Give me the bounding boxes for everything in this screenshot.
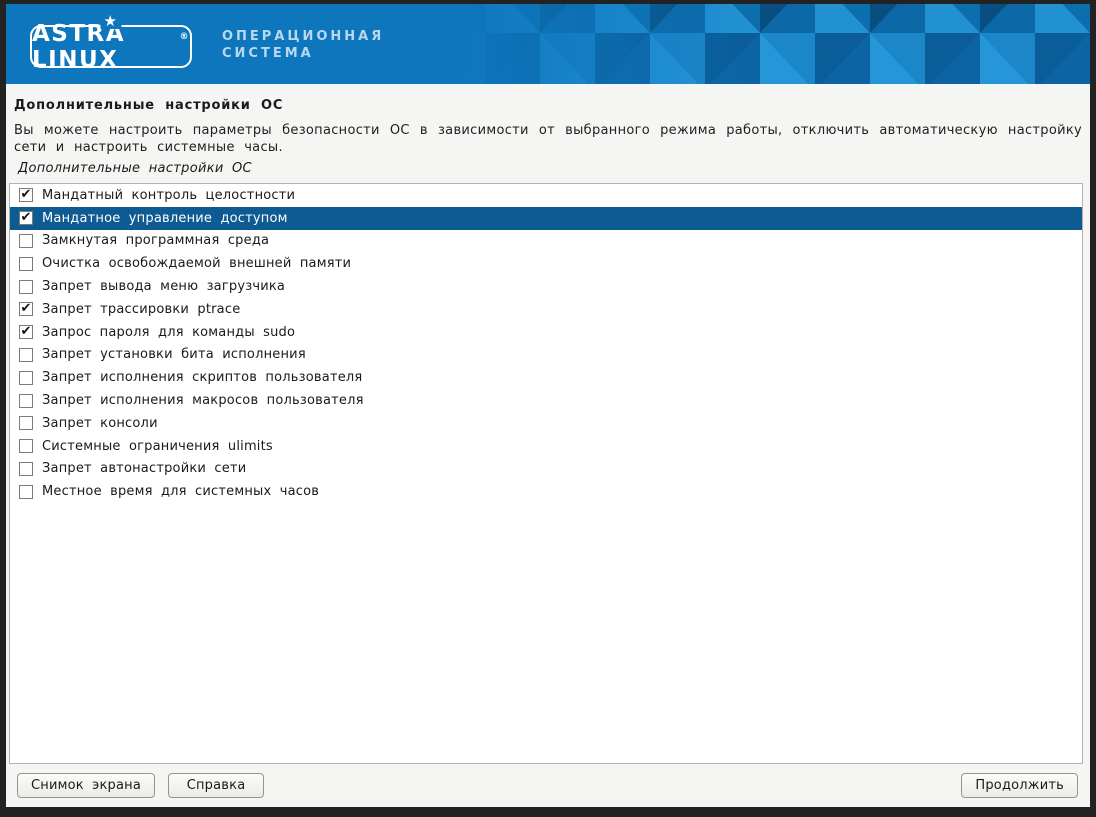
page-title: Дополнительные настройки ОС	[14, 98, 1090, 113]
list-item[interactable]: Местное время для системных часов	[10, 480, 1082, 503]
list-item-label: Мандатное управление доступом	[42, 211, 288, 226]
header-banner: ★ ASTRA LINUX ® ОПЕРАЦИОННАЯ СИСТЕМА	[6, 4, 1090, 84]
list-item-label: Запрет вывода меню загрузчика	[42, 279, 285, 294]
checkbox-unchecked-icon[interactable]	[19, 257, 33, 271]
checkbox-checked-icon[interactable]: ✔	[19, 211, 33, 225]
window-frame: ★ ASTRA LINUX ® ОПЕРАЦИОННАЯ СИСТЕМА Доп…	[0, 0, 1096, 817]
list-item[interactable]: Запрет вывода меню загрузчика	[10, 275, 1082, 298]
checkbox-unchecked-icon[interactable]	[19, 394, 33, 408]
list-item[interactable]: Системные ограничения ulimits	[10, 435, 1082, 458]
list-item-label: Местное время для системных часов	[42, 484, 319, 499]
checkbox-unchecked-icon[interactable]	[19, 462, 33, 476]
list-item[interactable]: Запрет автонастройки сети	[10, 458, 1082, 481]
pattern-fade-overlay	[430, 4, 1090, 84]
list-item-label: Замкнутая программная среда	[42, 233, 269, 248]
main-content: Дополнительные настройки ОС Вы можете на…	[6, 84, 1090, 764]
options-list: ✔ Мандатный контроль целостности ✔ Мандатно…	[9, 183, 1083, 764]
checkbox-unchecked-icon[interactable]	[19, 439, 33, 453]
checkbox-checked-icon[interactable]: ✔	[19, 302, 33, 316]
list-item-label: Очистка освобождаемой внешней памяти	[42, 256, 351, 271]
list-item[interactable]: Запрет исполнения макросов пользователя	[10, 389, 1082, 412]
list-item-label: Запрет исполнения макросов пользователя	[42, 393, 364, 408]
list-item-label: Запрет трассировки ptrace	[42, 302, 240, 317]
list-item-label: Запрос пароля для команды sudo	[42, 325, 295, 340]
group-label: Дополнительные настройки ОС	[18, 161, 1082, 176]
checkbox-unchecked-icon[interactable]	[19, 371, 33, 385]
checkbox-unchecked-icon[interactable]	[19, 234, 33, 248]
footer-bar: Снимок экрана Справка Продолжить	[6, 764, 1090, 807]
header-subtitle: ОПЕРАЦИОННАЯ СИСТЕМА	[222, 28, 384, 62]
help-button[interactable]: Справка	[168, 773, 264, 798]
checkbox-unchecked-icon[interactable]	[19, 280, 33, 294]
list-item-label: Запрет автонастройки сети	[42, 461, 246, 476]
list-item[interactable]: Запрет установки бита исполнения	[10, 344, 1082, 367]
list-item[interactable]: ✔ Мандатное управление доступом	[10, 207, 1082, 230]
list-item-label: Запрет консоли	[42, 416, 158, 431]
astra-linux-logo: ★ ASTRA LINUX ®	[30, 25, 192, 68]
star-icon: ★	[101, 13, 122, 29]
list-item-label: Запрет установки бита исполнения	[42, 347, 306, 362]
list-item-label: Запрет исполнения скриптов пользователя	[42, 370, 362, 385]
continue-button[interactable]: Продолжить	[961, 773, 1078, 798]
page-description: Вы можете настроить параметры безопаснос…	[14, 123, 1082, 156]
list-item[interactable]: ✔ Мандатный контроль целостности	[10, 184, 1082, 207]
registered-mark: ®	[180, 32, 191, 42]
list-item[interactable]: Замкнутая программная среда	[10, 230, 1082, 253]
checkbox-checked-icon[interactable]: ✔	[19, 188, 33, 202]
list-item[interactable]: ✔ Запрос пароля для команды sudo	[10, 321, 1082, 344]
checkbox-unchecked-icon[interactable]	[19, 416, 33, 430]
checkbox-checked-icon[interactable]: ✔	[19, 325, 33, 339]
installer-window: ★ ASTRA LINUX ® ОПЕРАЦИОННАЯ СИСТЕМА Доп…	[6, 4, 1090, 807]
list-item[interactable]: Запрет консоли	[10, 412, 1082, 435]
list-item[interactable]: Запрет исполнения скриптов пользователя	[10, 366, 1082, 389]
list-item[interactable]: ✔ Запрет трассировки ptrace	[10, 298, 1082, 321]
checkbox-unchecked-icon[interactable]	[19, 348, 33, 362]
list-item[interactable]: Очистка освобождаемой внешней памяти	[10, 252, 1082, 275]
header-pattern-graphic	[430, 4, 1090, 84]
screenshot-button[interactable]: Снимок экрана	[17, 773, 155, 798]
list-item-label: Системные ограничения ulimits	[42, 439, 273, 454]
checkbox-unchecked-icon[interactable]	[19, 485, 33, 499]
list-item-label: Мандатный контроль целостности	[42, 188, 295, 203]
